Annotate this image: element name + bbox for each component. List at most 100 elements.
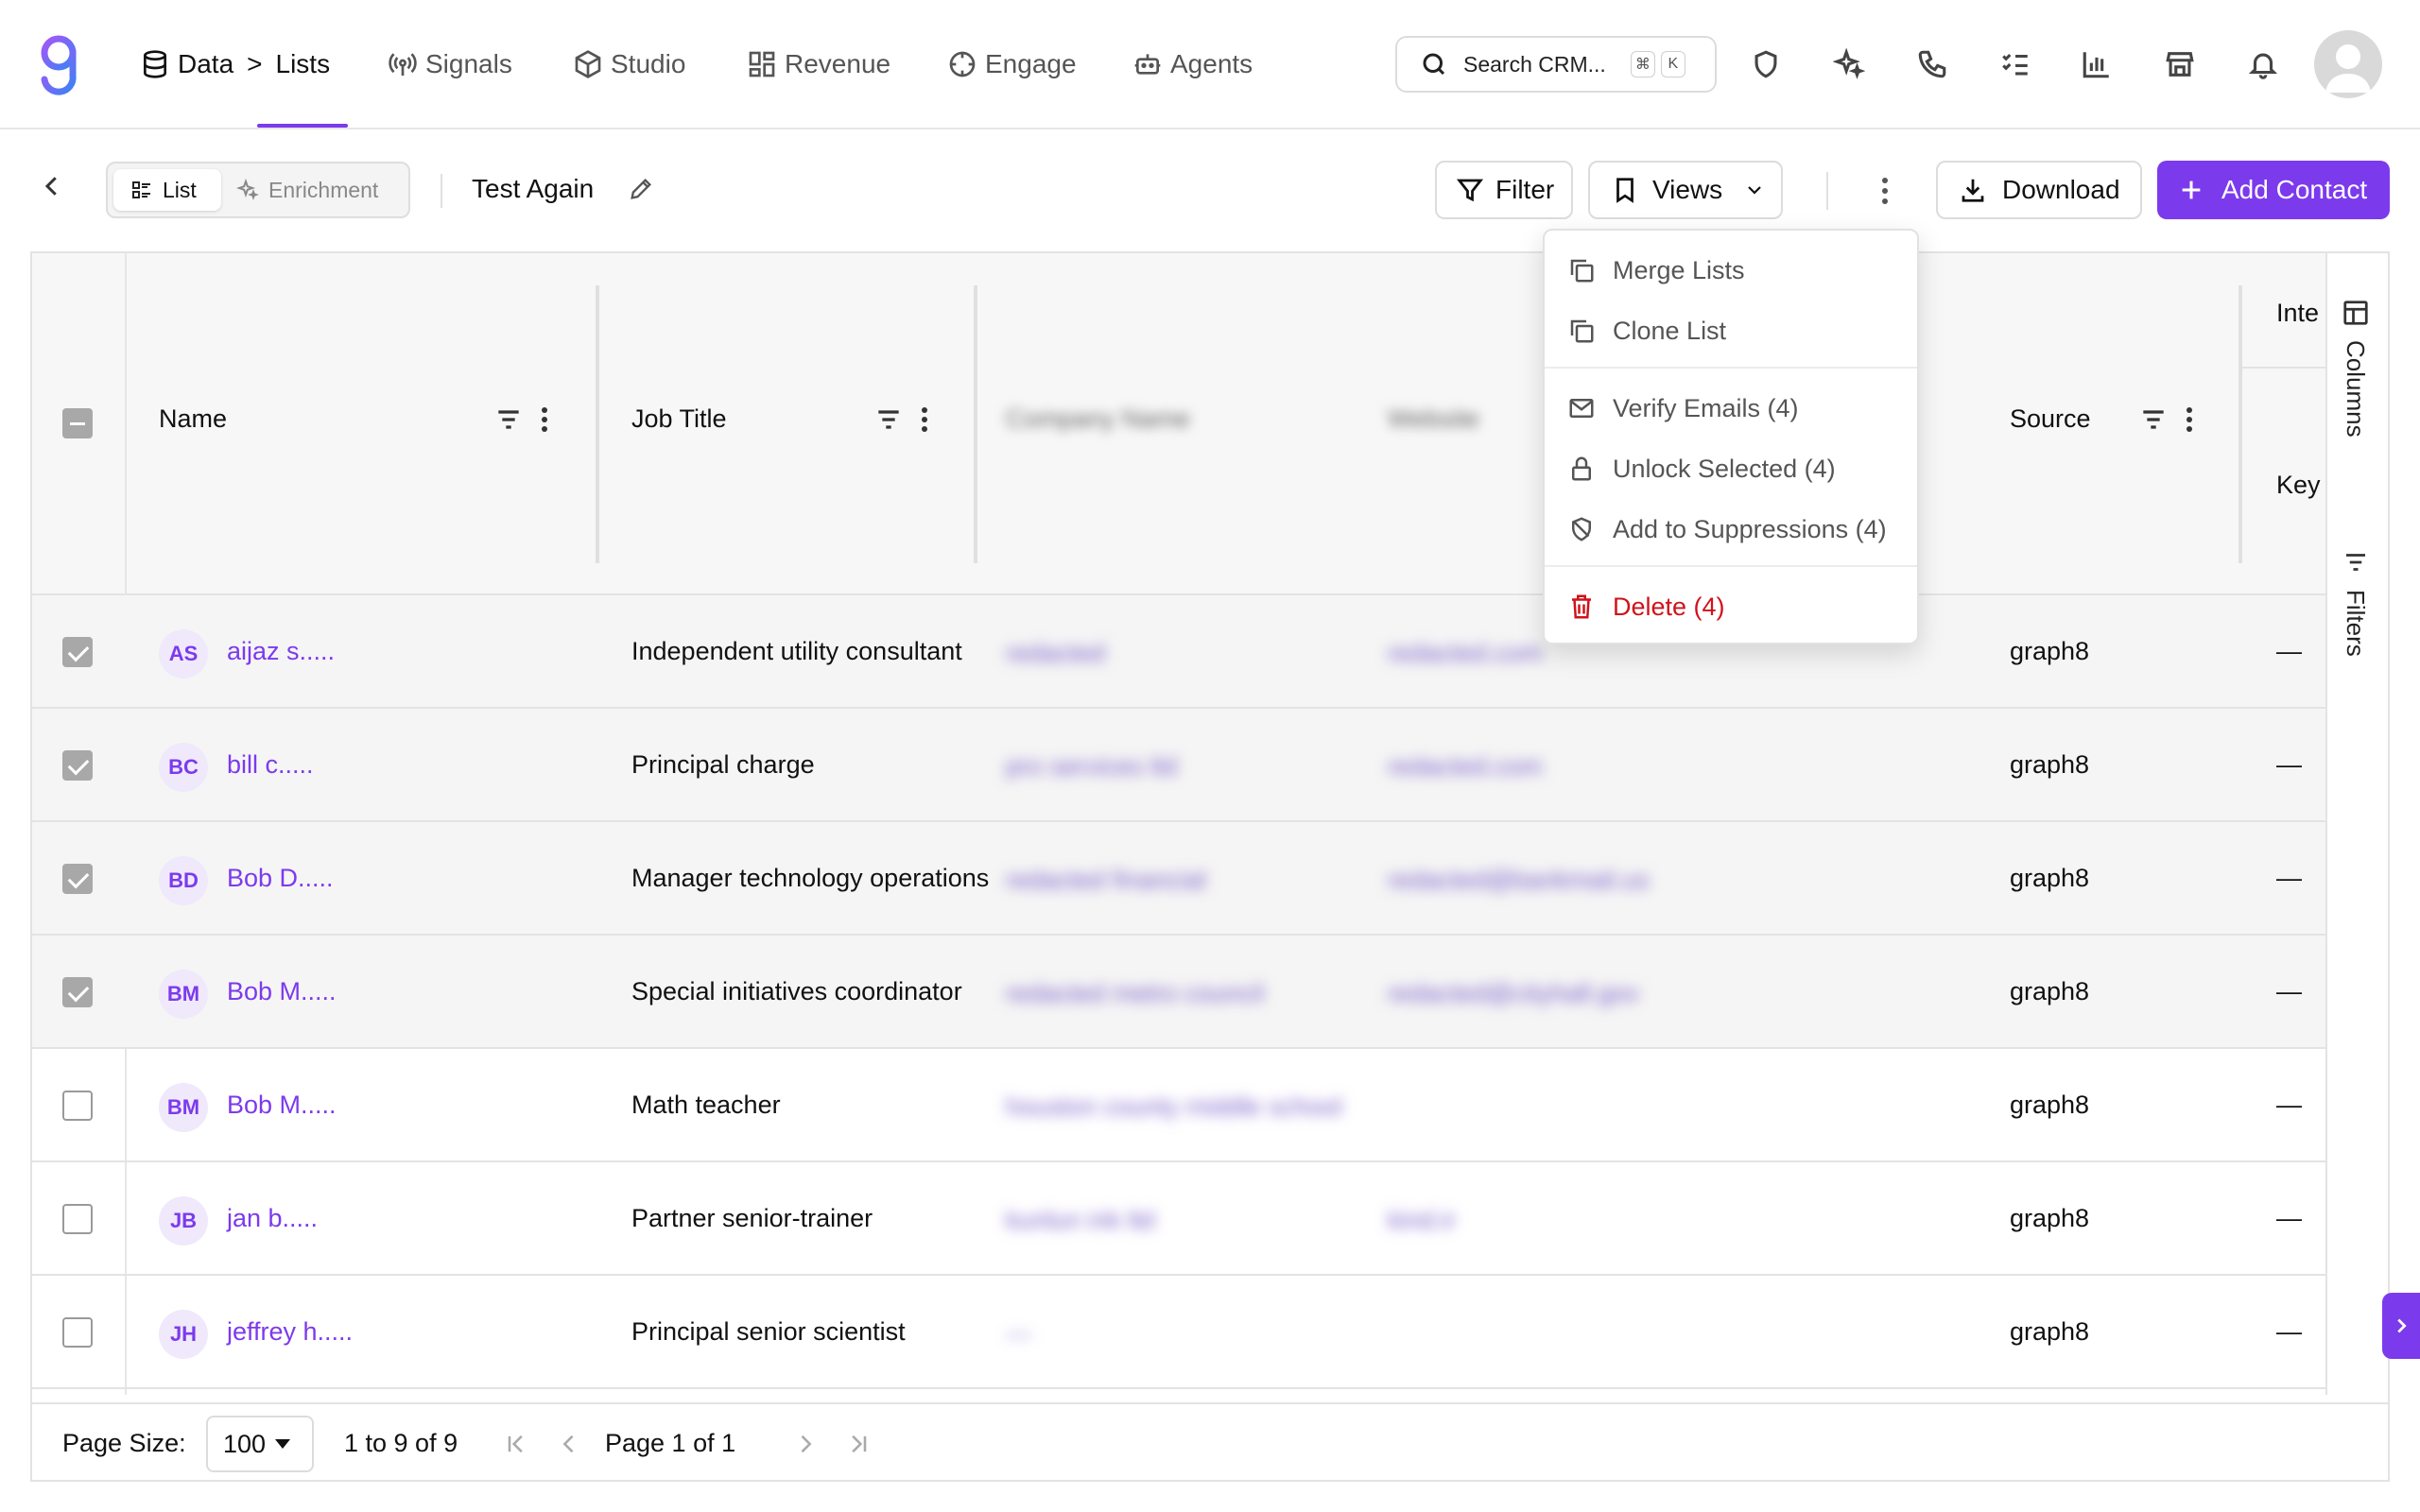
website-cell[interactable]: redacted.com bbox=[1388, 639, 1543, 668]
ai-sparkle-button[interactable] bbox=[1830, 45, 1868, 83]
menu-add-suppressions[interactable]: Add to Suppressions (4) bbox=[1567, 508, 1887, 550]
table-row[interactable]: BM Bob M..... Special initiatives coordina… bbox=[32, 936, 2325, 1049]
breadcrumb-data[interactable]: Data bbox=[178, 49, 233, 79]
phone-button[interactable] bbox=[1913, 45, 1951, 83]
company-cell[interactable]: pro services ltd bbox=[1006, 752, 1178, 782]
contact-name-link[interactable]: aijaz s..... bbox=[227, 637, 335, 666]
shield-button[interactable] bbox=[1747, 45, 1785, 83]
table-row[interactable]: BD Bob D..... Manager technology operation… bbox=[32, 822, 2325, 936]
contact-name-link[interactable]: Bob M..... bbox=[227, 977, 337, 1006]
download-icon bbox=[1962, 179, 1984, 202]
prev-page-button[interactable] bbox=[556, 1431, 582, 1457]
column-filter-icon[interactable] bbox=[493, 404, 524, 435]
last-page-button[interactable] bbox=[845, 1431, 872, 1457]
user-avatar[interactable] bbox=[2314, 30, 2382, 98]
col-header-name[interactable]: Name bbox=[159, 404, 227, 434]
contact-name-link[interactable]: Bob M..... bbox=[227, 1091, 337, 1120]
col-header-intent-keyword[interactable]: Key bbox=[2276, 471, 2321, 500]
contact-name-link[interactable]: jeffrey h..... bbox=[227, 1317, 353, 1347]
menu-clone-list[interactable]: Clone List bbox=[1567, 310, 1726, 352]
tasks-button[interactable] bbox=[1996, 45, 2034, 83]
columns-panel-tab[interactable]: Columns bbox=[2341, 299, 2370, 438]
caret-down-icon bbox=[275, 1439, 291, 1449]
row-checkbox[interactable] bbox=[62, 1204, 93, 1234]
row-checkbox[interactable] bbox=[62, 637, 93, 667]
select-all-checkbox[interactable] bbox=[62, 408, 93, 438]
col-header-source[interactable]: Source bbox=[2010, 404, 2091, 434]
website-cell[interactable]: redacted.com bbox=[1388, 752, 1543, 782]
views-button[interactable]: Views bbox=[1588, 161, 1783, 219]
column-filter-icon[interactable] bbox=[873, 404, 904, 435]
chevron-right-icon bbox=[2397, 1318, 2407, 1333]
nav-signals[interactable]: Signals bbox=[388, 42, 512, 87]
notifications-button[interactable] bbox=[2244, 45, 2282, 83]
col-header-job-title[interactable]: Job Title bbox=[631, 404, 727, 434]
col-header-company[interactable]: Company Name bbox=[1006, 404, 1190, 434]
menu-delete[interactable]: Delete (4) bbox=[1567, 586, 1725, 627]
column-resize-handle[interactable] bbox=[974, 285, 977, 563]
table-row[interactable]: JB jan b..... Partner senior-trainer kunlun… bbox=[32, 1162, 2325, 1276]
col-header-intent-group[interactable]: Inte bbox=[2276, 299, 2319, 328]
toolbar-divider bbox=[441, 174, 442, 208]
menu-merge-lists[interactable]: Merge Lists bbox=[1567, 249, 1745, 291]
website-cell[interactable]: kind.ir bbox=[1388, 1206, 1456, 1235]
column-filter-icon[interactable] bbox=[2138, 404, 2169, 435]
download-button[interactable]: Download bbox=[1936, 161, 2142, 219]
col-name-controls bbox=[493, 404, 548, 435]
company-cell[interactable]: redacted metro council bbox=[1006, 979, 1264, 1008]
view-enrichment-tab[interactable]: Enrichment bbox=[236, 169, 378, 211]
row-checkbox[interactable] bbox=[62, 750, 93, 781]
row-checkbox[interactable] bbox=[62, 1317, 93, 1348]
menu-verify-emails[interactable]: Verify Emails (4) bbox=[1567, 387, 1799, 429]
menu-unlock-selected[interactable]: Unlock Selected (4) bbox=[1567, 448, 1836, 490]
marketplace-button[interactable] bbox=[2161, 45, 2199, 83]
row-checkbox[interactable] bbox=[62, 864, 93, 894]
first-page-icon bbox=[508, 1435, 523, 1453]
next-page-button[interactable] bbox=[792, 1431, 819, 1457]
contact-name-link[interactable]: bill c..... bbox=[227, 750, 314, 780]
filters-panel-tab[interactable]: Filters bbox=[2341, 548, 2370, 657]
column-menu-icon[interactable] bbox=[921, 406, 928, 433]
column-menu-icon[interactable] bbox=[541, 406, 548, 433]
table-row[interactable]: AS aijaz s..... Independent utility consul… bbox=[32, 595, 2325, 709]
table-row[interactable]: BC bill c..... Principal charge pro service… bbox=[32, 709, 2325, 822]
nav-studio[interactable]: Studio bbox=[573, 42, 685, 87]
view-list-tab[interactable]: List bbox=[113, 169, 221, 211]
table-row[interactable]: JH jeffrey h..... Principal senior scienti… bbox=[32, 1276, 2325, 1389]
bar-chart-icon bbox=[2083, 52, 2109, 78]
first-page-button[interactable] bbox=[503, 1431, 529, 1457]
app-logo-icon[interactable] bbox=[34, 32, 83, 96]
table-row[interactable]: BM Bob M..... Math teacher houston county m… bbox=[32, 1049, 2325, 1162]
website-cell[interactable]: redacted@cityhall.gov bbox=[1388, 979, 1639, 1008]
rename-list-button[interactable] bbox=[628, 176, 654, 202]
contact-name-link[interactable]: Bob D..... bbox=[227, 864, 334, 893]
column-menu-icon[interactable] bbox=[2186, 406, 2193, 433]
website-cell[interactable]: redacted@bankmail.us bbox=[1388, 866, 1650, 895]
row-checkbox[interactable] bbox=[62, 977, 93, 1007]
company-cell[interactable]: redacted financial bbox=[1006, 866, 1206, 895]
company-cell[interactable]: redacted bbox=[1006, 639, 1105, 668]
breadcrumb-lists[interactable]: Lists bbox=[276, 49, 331, 79]
column-resize-handle[interactable] bbox=[596, 285, 599, 563]
add-contact-button[interactable]: Add Contact bbox=[2157, 161, 2390, 219]
filter-button[interactable]: Filter bbox=[1435, 161, 1573, 219]
nav-agents[interactable]: Agents bbox=[1132, 42, 1253, 87]
search-box[interactable]: Search CRM... ⌘ K bbox=[1395, 36, 1717, 93]
active-tab-indicator bbox=[257, 124, 348, 128]
page-size-select[interactable]: 100 bbox=[206, 1416, 314, 1472]
row-checkbox[interactable] bbox=[62, 1091, 93, 1121]
col-header-website[interactable]: Website bbox=[1388, 404, 1479, 434]
company-cell[interactable]: kunlun ink ltd bbox=[1006, 1206, 1155, 1235]
contact-name-link[interactable]: jan b..... bbox=[227, 1204, 318, 1233]
nav-revenue[interactable]: Revenue bbox=[747, 42, 890, 87]
company-cell[interactable]: — bbox=[1006, 1319, 1031, 1349]
expand-panel-button[interactable] bbox=[2382, 1293, 2420, 1359]
row-range: 1 to 9 of 9 bbox=[344, 1429, 458, 1457]
page-size-label: Page Size: bbox=[62, 1429, 186, 1457]
back-button[interactable] bbox=[38, 172, 72, 206]
nav-engage[interactable]: Engage bbox=[947, 42, 1077, 87]
company-cell[interactable]: houston county middle school bbox=[1006, 1092, 1342, 1122]
more-actions-button[interactable] bbox=[1870, 172, 1900, 210]
reports-button[interactable] bbox=[2078, 45, 2116, 83]
column-resize-handle[interactable] bbox=[2238, 285, 2242, 563]
